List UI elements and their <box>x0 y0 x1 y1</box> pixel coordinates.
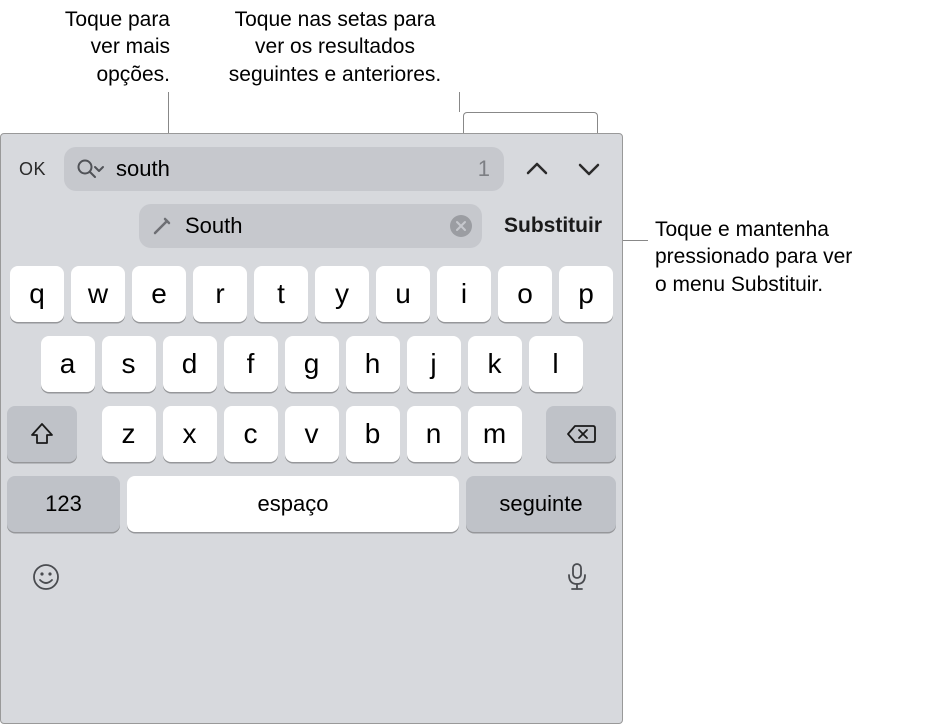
key-l[interactable]: l <box>529 336 583 392</box>
callout-arrows: Toque nas setas para ver os resultados s… <box>210 6 460 88</box>
key-o[interactable]: o <box>498 266 552 322</box>
replace-button[interactable]: Substituir <box>502 208 604 244</box>
key-a[interactable]: a <box>41 336 95 392</box>
key-c[interactable]: c <box>224 406 278 462</box>
replace-input-value[interactable]: South <box>185 213 438 239</box>
key-x[interactable]: x <box>163 406 217 462</box>
find-input-value[interactable]: south <box>116 156 468 182</box>
callout-line: Toque e mantenha <box>655 216 925 243</box>
callout-line: opções. <box>20 61 170 88</box>
key-i[interactable]: i <box>437 266 491 322</box>
clear-icon <box>455 220 467 232</box>
callout-bracket <box>463 112 598 124</box>
keyboard-panel: OK south 1 <box>0 133 623 724</box>
callout-line: o menu Substituir. <box>655 271 925 298</box>
emoji-button[interactable] <box>29 560 63 594</box>
keyboard-bottom-bar <box>7 546 616 606</box>
key-z[interactable]: z <box>102 406 156 462</box>
next-result-button[interactable] <box>570 150 608 188</box>
callout-line: seguintes e anteriores. <box>210 61 460 88</box>
key-j[interactable]: j <box>407 336 461 392</box>
key-r[interactable]: r <box>193 266 247 322</box>
key-s[interactable]: s <box>102 336 156 392</box>
key-b[interactable]: b <box>346 406 400 462</box>
key-f[interactable]: f <box>224 336 278 392</box>
callout-replace: Toque e mantenha pressionado para ver o … <box>655 216 925 298</box>
callout-line: pressionado para ver <box>655 243 925 270</box>
key-w[interactable]: w <box>71 266 125 322</box>
keyboard: q w e r t y u i o p a s d f g h j k l <box>1 258 622 614</box>
keyboard-row-3: z x c v b n m <box>7 406 616 462</box>
keyboard-row-2: a s d f g h j k l <box>7 336 616 392</box>
callout-line: ver mais <box>20 33 170 60</box>
key-y[interactable]: y <box>315 266 369 322</box>
pencil-icon <box>151 215 173 237</box>
key-t[interactable]: t <box>254 266 308 322</box>
replace-toolbar: South Substituir <box>1 200 622 258</box>
find-field[interactable]: south 1 <box>64 147 504 191</box>
find-toolbar: OK south 1 <box>1 134 622 200</box>
keyboard-row-1: q w e r t y u i o p <box>7 266 616 322</box>
key-h[interactable]: h <box>346 336 400 392</box>
chevron-up-icon <box>524 156 550 182</box>
key-u[interactable]: u <box>376 266 430 322</box>
callout-options: Toque para ver mais opções. <box>20 6 170 88</box>
ok-button[interactable]: OK <box>15 153 50 186</box>
key-n[interactable]: n <box>407 406 461 462</box>
numbers-key[interactable]: 123 <box>7 476 120 532</box>
prev-result-button[interactable] <box>518 150 556 188</box>
key-g[interactable]: g <box>285 336 339 392</box>
mic-icon <box>564 562 590 592</box>
backspace-key[interactable] <box>546 406 616 462</box>
search-icon[interactable] <box>76 158 106 180</box>
shift-key[interactable] <box>7 406 77 462</box>
backspace-icon <box>566 423 596 445</box>
callout-line: Toque nas setas para <box>210 6 460 33</box>
dictation-button[interactable] <box>560 560 594 594</box>
key-k[interactable]: k <box>468 336 522 392</box>
callout-connector <box>459 92 460 112</box>
replace-field[interactable]: South <box>139 204 482 248</box>
chevron-down-icon <box>576 156 602 182</box>
next-key[interactable]: seguinte <box>466 476 616 532</box>
key-q[interactable]: q <box>10 266 64 322</box>
shift-icon <box>29 421 55 447</box>
key-p[interactable]: p <box>559 266 613 322</box>
emoji-icon <box>31 562 61 592</box>
callout-line: Toque para <box>20 6 170 33</box>
key-m[interactable]: m <box>468 406 522 462</box>
space-key[interactable]: espaço <box>127 476 459 532</box>
callout-line: ver os resultados <box>210 33 460 60</box>
keyboard-row-4: 123 espaço seguinte <box>7 476 616 532</box>
key-e[interactable]: e <box>132 266 186 322</box>
key-d[interactable]: d <box>163 336 217 392</box>
clear-button[interactable] <box>450 215 472 237</box>
find-result-count: 1 <box>478 156 490 182</box>
key-v[interactable]: v <box>285 406 339 462</box>
